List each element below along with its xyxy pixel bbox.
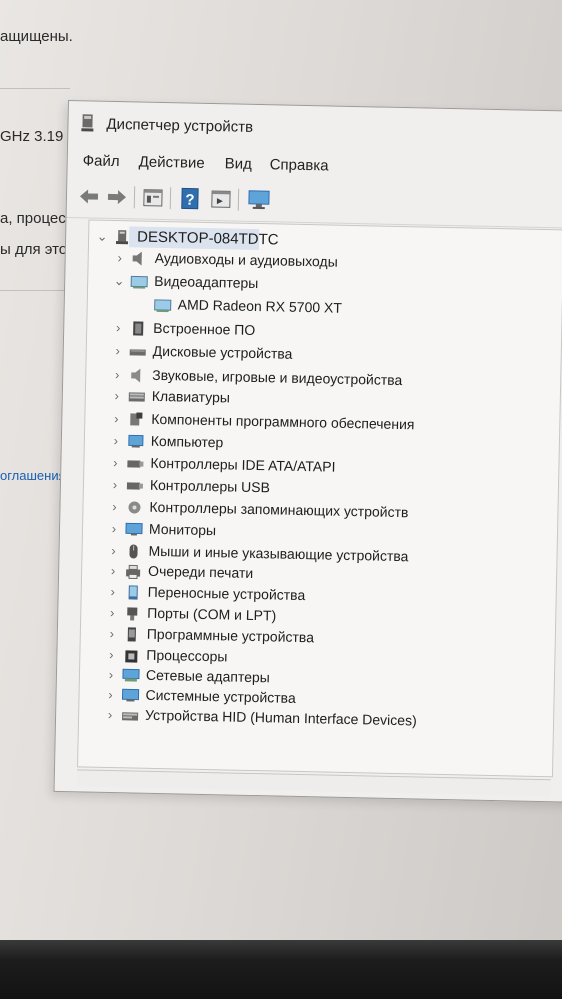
tree-device-label: AMD Radeon RX 5700 XT bbox=[177, 296, 343, 316]
tree-category-label: Мыши и иные указывающие устройства bbox=[148, 542, 409, 565]
chevron-right-icon[interactable]: › bbox=[105, 626, 119, 641]
chevron-right-icon[interactable]: › bbox=[111, 320, 125, 335]
monitor-icon bbox=[125, 521, 143, 537]
background-text: ащищены. bbox=[0, 28, 73, 45]
device-tree: ⌄ DESKTOP-084TDTC › Аудиовходы и аудиовых… bbox=[77, 219, 562, 778]
menu-view[interactable]: Вид bbox=[225, 155, 252, 173]
background-text: а, процес bbox=[0, 210, 66, 227]
tree-category-label: Сетевые адаптеры bbox=[145, 666, 270, 686]
background-text: GHz 3.19 bbox=[0, 128, 64, 145]
tree-category-label: Контроллеры запоминающих устройств bbox=[149, 498, 409, 521]
processor-icon bbox=[122, 647, 140, 663]
chevron-right-icon[interactable]: › bbox=[104, 667, 118, 682]
view-icon[interactable] bbox=[209, 187, 233, 211]
tree-category-label: Видеоадаптеры bbox=[154, 272, 259, 292]
chevron-right-icon[interactable]: › bbox=[108, 455, 122, 470]
chevron-right-icon[interactable]: › bbox=[108, 477, 122, 492]
chevron-right-icon[interactable]: › bbox=[107, 521, 121, 536]
tree-category-label: Клавиатуры bbox=[151, 387, 231, 406]
tree-category-label: Переносные устройства bbox=[147, 583, 306, 604]
display-adapter-icon bbox=[154, 297, 172, 313]
menu-file[interactable]: Файл bbox=[83, 152, 120, 170]
usb-icon bbox=[126, 477, 144, 493]
chevron-right-icon[interactable]: › bbox=[103, 707, 117, 722]
chevron-right-icon[interactable]: › bbox=[110, 367, 124, 382]
display-adapter-icon bbox=[130, 273, 148, 289]
disk-icon bbox=[129, 343, 147, 359]
computer-icon bbox=[127, 433, 145, 449]
window-title: Диспетчер устройств bbox=[106, 115, 254, 136]
chevron-right-icon[interactable]: › bbox=[105, 605, 119, 620]
help-icon[interactable]: ? bbox=[179, 186, 203, 210]
hid-icon bbox=[121, 707, 139, 723]
background-divider bbox=[0, 88, 70, 89]
tree-category-label: Контроллеры IDE ATA/ATAPI bbox=[150, 454, 336, 475]
chevron-right-icon[interactable]: › bbox=[107, 499, 121, 514]
tree-category-label: Компьютер bbox=[150, 432, 224, 451]
storage-controller-icon bbox=[125, 499, 143, 515]
tree-category-label: Аудиовходы и аудиовыходы bbox=[154, 249, 338, 270]
menu-action[interactable]: Действие bbox=[139, 153, 205, 171]
chevron-down-icon[interactable]: ⌄ bbox=[112, 273, 126, 288]
tree-category-label: Дисковые устройства bbox=[152, 342, 293, 362]
tree-category-label: Порты (COM и LPT) bbox=[147, 604, 277, 624]
toolbar-separator bbox=[237, 188, 240, 211]
menu-help[interactable]: Справка bbox=[270, 156, 329, 174]
device-manager-icon bbox=[80, 113, 94, 133]
system-device-icon bbox=[121, 687, 140, 703]
properties-icon[interactable] bbox=[141, 186, 165, 210]
firmware-icon bbox=[129, 320, 147, 336]
tree-category-label: Очереди печати bbox=[147, 562, 254, 581]
tree-category-label: Устройства HID (Human Interface Devices) bbox=[144, 706, 417, 729]
toolbar-separator bbox=[133, 186, 136, 209]
tree-category-label: Процессоры bbox=[146, 646, 228, 665]
tree-category-label: Мониторы bbox=[148, 520, 217, 539]
tree-category-label: Компоненты программного обеспечения bbox=[151, 410, 415, 433]
svg-text:?: ? bbox=[185, 191, 195, 208]
tree-category-label: Звуковые, игровые и видеоустройства bbox=[152, 366, 403, 389]
background-text: ы для этог bbox=[0, 241, 73, 258]
device-manager-window: Диспетчер устройств Файл Действие Вид Сп… bbox=[53, 100, 562, 803]
forward-arrow-icon[interactable] bbox=[105, 185, 129, 209]
keyboard-icon bbox=[128, 388, 146, 404]
tree-category-label: Системные устройства bbox=[145, 686, 296, 706]
title-bar: Диспетчер устройств bbox=[68, 101, 562, 156]
tree-root-label: DESKTOP-084TDTC bbox=[136, 228, 279, 249]
background-divider bbox=[0, 290, 70, 291]
chevron-right-icon[interactable]: › bbox=[106, 543, 120, 558]
software-device-icon bbox=[123, 626, 141, 642]
tree-category-label: Программные устройства bbox=[146, 625, 315, 646]
speaker-icon bbox=[131, 250, 149, 266]
chevron-right-icon[interactable]: › bbox=[104, 647, 118, 662]
portable-device-icon bbox=[124, 584, 142, 600]
sound-icon bbox=[128, 367, 146, 383]
chevron-right-icon[interactable]: › bbox=[106, 563, 120, 578]
chevron-right-icon[interactable]: › bbox=[106, 584, 120, 599]
chevron-right-icon[interactable]: › bbox=[109, 411, 123, 426]
chevron-right-icon[interactable]: › bbox=[103, 687, 117, 702]
software-component-icon bbox=[127, 411, 145, 427]
chevron-right-icon[interactable]: › bbox=[110, 388, 124, 403]
toolbar-separator bbox=[169, 187, 172, 210]
ide-controller-icon bbox=[126, 455, 144, 471]
tree-category-label: Контроллеры USB bbox=[149, 476, 271, 496]
port-icon bbox=[123, 605, 141, 621]
monitor-icon[interactable] bbox=[247, 188, 271, 212]
chevron-down-icon[interactable]: ⌄ bbox=[95, 229, 109, 244]
monitor-bezel bbox=[0, 940, 562, 999]
chevron-right-icon[interactable]: › bbox=[109, 433, 123, 448]
mouse-icon bbox=[124, 543, 142, 559]
chevron-right-icon[interactable]: › bbox=[111, 343, 125, 358]
tree-category-label: Встроенное ПО bbox=[153, 319, 256, 338]
network-adapter-icon bbox=[122, 667, 140, 683]
back-arrow-icon[interactable] bbox=[77, 184, 101, 208]
chevron-right-icon[interactable]: › bbox=[113, 250, 127, 265]
printer-icon bbox=[124, 563, 142, 580]
